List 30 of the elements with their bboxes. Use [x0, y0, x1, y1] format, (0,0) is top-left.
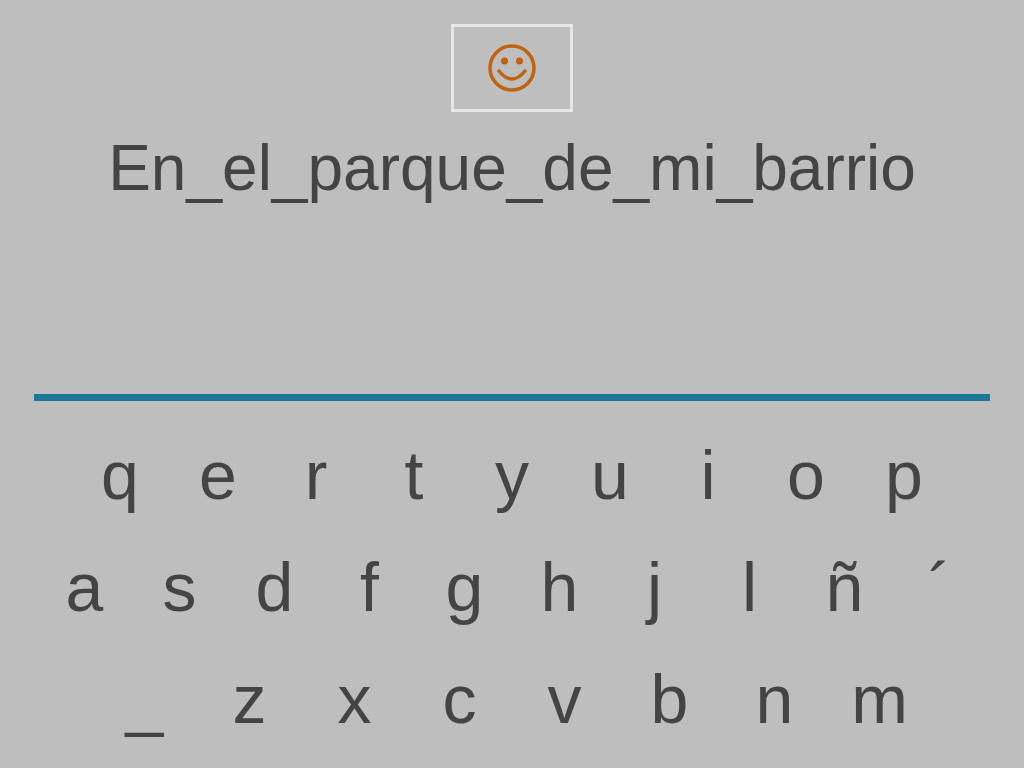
phrase: En_el_parque_de_mi_barrio	[108, 131, 916, 206]
key[interactable]: b	[617, 659, 722, 739]
key[interactable]: r	[267, 435, 365, 515]
key[interactable]: t	[365, 435, 463, 515]
key[interactable]: f	[322, 547, 417, 627]
key[interactable]: d	[227, 547, 322, 627]
smiley-button[interactable]	[451, 24, 573, 112]
key[interactable]: o	[757, 435, 855, 515]
key[interactable]: c	[407, 659, 512, 739]
key[interactable]: _	[92, 659, 197, 739]
key[interactable]: y	[463, 435, 561, 515]
key[interactable]: l	[702, 547, 797, 627]
smiley-icon	[487, 43, 537, 93]
key[interactable]: z	[197, 659, 302, 739]
key[interactable]: j	[607, 547, 702, 627]
key[interactable]: g	[417, 547, 512, 627]
key[interactable]: n	[722, 659, 827, 739]
key[interactable]: m	[827, 659, 932, 739]
key[interactable]: ´	[892, 547, 987, 627]
key[interactable]: ñ	[797, 547, 892, 627]
key[interactable]: h	[512, 547, 607, 627]
key[interactable]: i	[659, 435, 757, 515]
key[interactable]: v	[512, 659, 617, 739]
key[interactable]: s	[132, 547, 227, 627]
key[interactable]: q	[71, 435, 169, 515]
key[interactable]: a	[37, 547, 132, 627]
key[interactable]: x	[302, 659, 407, 739]
key[interactable]: e	[169, 435, 267, 515]
key[interactable]: p	[855, 435, 953, 515]
key[interactable]: u	[561, 435, 659, 515]
